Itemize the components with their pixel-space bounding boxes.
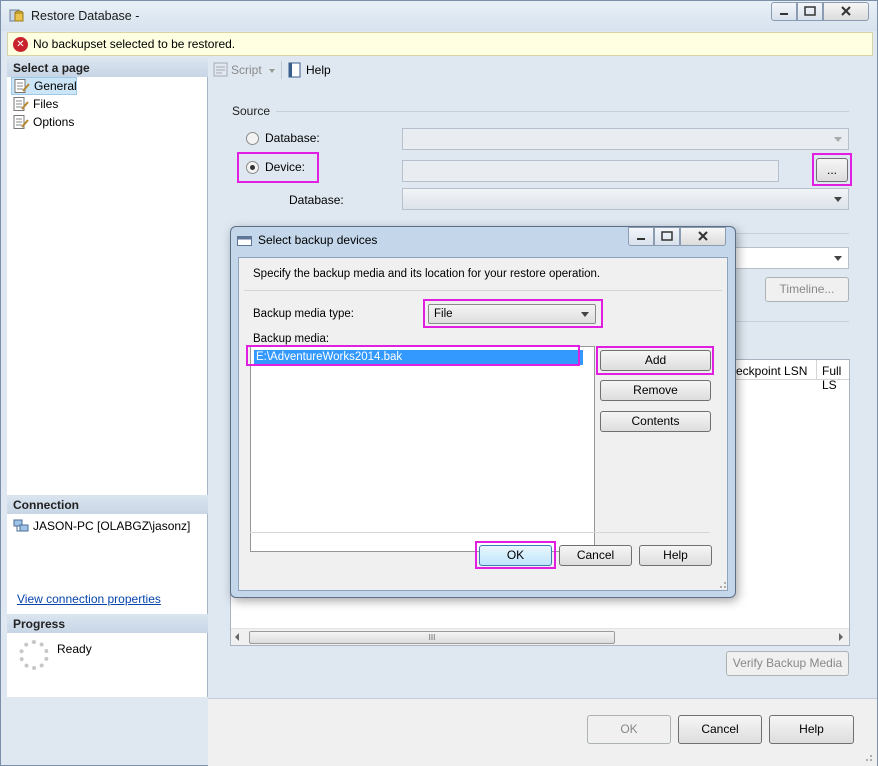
error-message-bar: ✕ No backupset selected to be restored. bbox=[7, 32, 873, 56]
horizontal-scrollbar[interactable]: III bbox=[231, 628, 849, 645]
minimize-button[interactable] bbox=[771, 2, 797, 21]
database-app-icon bbox=[9, 8, 25, 24]
backupsets-divider bbox=[731, 321, 849, 322]
scroll-left-icon[interactable] bbox=[235, 633, 239, 641]
add-button[interactable]: Add bbox=[600, 350, 711, 371]
remove-button[interactable]: Remove bbox=[600, 380, 711, 401]
page-item-label: Files bbox=[33, 97, 59, 111]
window-title: Restore Database - bbox=[31, 9, 140, 23]
media-type-select[interactable]: File bbox=[428, 304, 596, 324]
contents-button[interactable]: Contents bbox=[600, 411, 711, 432]
backup-media-list[interactable]: E:\AdventureWorks2014.bak bbox=[250, 346, 595, 552]
dialog-title: Select backup devices bbox=[258, 233, 378, 247]
column-divider bbox=[816, 360, 817, 380]
error-message-text: No backupset selected to be restored. bbox=[33, 37, 236, 51]
dialog-instructions: Specify the backup media and its locatio… bbox=[253, 268, 601, 280]
title-bar: Restore Database - bbox=[1, 1, 877, 31]
media-type-label: Backup media type: bbox=[253, 308, 355, 320]
ok-button[interactable]: OK bbox=[587, 715, 671, 744]
script-button[interactable]: Script bbox=[231, 63, 262, 77]
page-options-icon bbox=[13, 115, 29, 129]
device-radio-label: Device: bbox=[265, 160, 306, 174]
chevron-down-icon bbox=[834, 197, 842, 202]
verify-backup-media-button[interactable]: Verify Backup Media bbox=[726, 651, 849, 676]
browse-button[interactable]: ... bbox=[816, 158, 848, 182]
help-book-icon bbox=[287, 62, 303, 78]
dialog-close-button[interactable] bbox=[680, 227, 726, 246]
maximize-button[interactable] bbox=[797, 2, 823, 21]
left-pane: Select a page General Files Options Conn… bbox=[7, 58, 208, 697]
dialog-minimize-button[interactable] bbox=[628, 227, 654, 246]
dialog-footer-divider bbox=[250, 532, 710, 533]
grid-header: eckpoint LSN Full LS bbox=[736, 360, 849, 392]
dialog-divider bbox=[244, 290, 722, 291]
source-database-combo[interactable] bbox=[402, 128, 849, 150]
chevron-down-icon bbox=[834, 137, 842, 142]
database-radio-label: Database: bbox=[265, 131, 320, 145]
page-item-options[interactable]: Options bbox=[13, 113, 74, 131]
device-radio[interactable] bbox=[246, 161, 259, 174]
media-item-highlight bbox=[246, 345, 580, 366]
chevron-down-icon bbox=[834, 256, 842, 261]
progress-header: Progress bbox=[7, 614, 208, 633]
page-item-files[interactable]: Files bbox=[13, 95, 58, 113]
dialog-maximize-button[interactable] bbox=[654, 227, 680, 246]
destination-divider bbox=[731, 233, 849, 234]
dialog-body: Specify the backup media and its locatio… bbox=[238, 257, 728, 591]
page-item-label: Options bbox=[33, 115, 75, 129]
chevron-down-icon bbox=[581, 312, 589, 317]
page-general-icon bbox=[14, 79, 30, 93]
select-a-page-header: Select a page bbox=[7, 58, 208, 77]
restore-database-window: Restore Database - ✕ No backupset select… bbox=[0, 0, 878, 766]
backup-media-label: Backup media: bbox=[253, 333, 330, 345]
dialog-resize-grip-icon[interactable] bbox=[717, 578, 727, 588]
device-path-field[interactable] bbox=[402, 160, 779, 182]
script-icon bbox=[213, 62, 229, 78]
database-label: Database: bbox=[289, 193, 344, 207]
cancel-button[interactable]: Cancel bbox=[678, 715, 762, 744]
media-type-value: File bbox=[434, 308, 453, 320]
select-backup-devices-dialog: Select backup devices Specify the backup… bbox=[230, 226, 736, 598]
view-connection-properties-link[interactable]: View connection properties bbox=[17, 592, 161, 606]
database-radio[interactable] bbox=[246, 132, 259, 145]
target-database-combo[interactable] bbox=[402, 188, 849, 210]
resize-grip-icon[interactable] bbox=[863, 751, 873, 761]
page-item-label: General bbox=[34, 79, 77, 93]
help-footer-button[interactable]: Help bbox=[769, 715, 854, 744]
dialog-window-icon bbox=[237, 235, 253, 246]
server-connection-icon bbox=[13, 519, 29, 533]
help-button[interactable]: Help bbox=[306, 63, 331, 77]
source-label: Source bbox=[232, 104, 271, 118]
script-dropdown-icon[interactable] bbox=[269, 69, 275, 73]
footer-bar: OK Cancel Help bbox=[208, 698, 877, 766]
close-button[interactable] bbox=[823, 2, 869, 21]
progress-status: Ready bbox=[57, 642, 92, 656]
timeline-button[interactable]: Timeline... bbox=[765, 277, 849, 302]
dialog-help-button[interactable]: Help bbox=[639, 545, 712, 566]
restore-to-combo[interactable] bbox=[731, 247, 849, 269]
page-item-general[interactable]: General bbox=[11, 77, 77, 95]
scroll-right-icon[interactable] bbox=[839, 633, 843, 641]
connection-item: JASON-PC [OLABGZ\jasonz] bbox=[13, 517, 190, 535]
progress-spinner-icon bbox=[19, 640, 49, 670]
dialog-ok-button[interactable]: OK bbox=[479, 545, 552, 566]
scroll-thumb[interactable]: III bbox=[249, 631, 615, 644]
dialog-cancel-button[interactable]: Cancel bbox=[559, 545, 632, 566]
toolbar-separator bbox=[281, 61, 282, 79]
error-x-icon: ✕ bbox=[13, 37, 28, 52]
column-checkpoint-lsn[interactable]: eckpoint LSN bbox=[736, 364, 807, 378]
toolbar: Script Help bbox=[211, 58, 873, 84]
page-files-icon bbox=[13, 97, 29, 111]
connection-text: JASON-PC [OLABGZ\jasonz] bbox=[33, 519, 191, 533]
column-full-lsn[interactable]: Full LS bbox=[822, 364, 849, 392]
connection-header: Connection bbox=[7, 495, 208, 514]
source-divider bbox=[276, 111, 849, 112]
